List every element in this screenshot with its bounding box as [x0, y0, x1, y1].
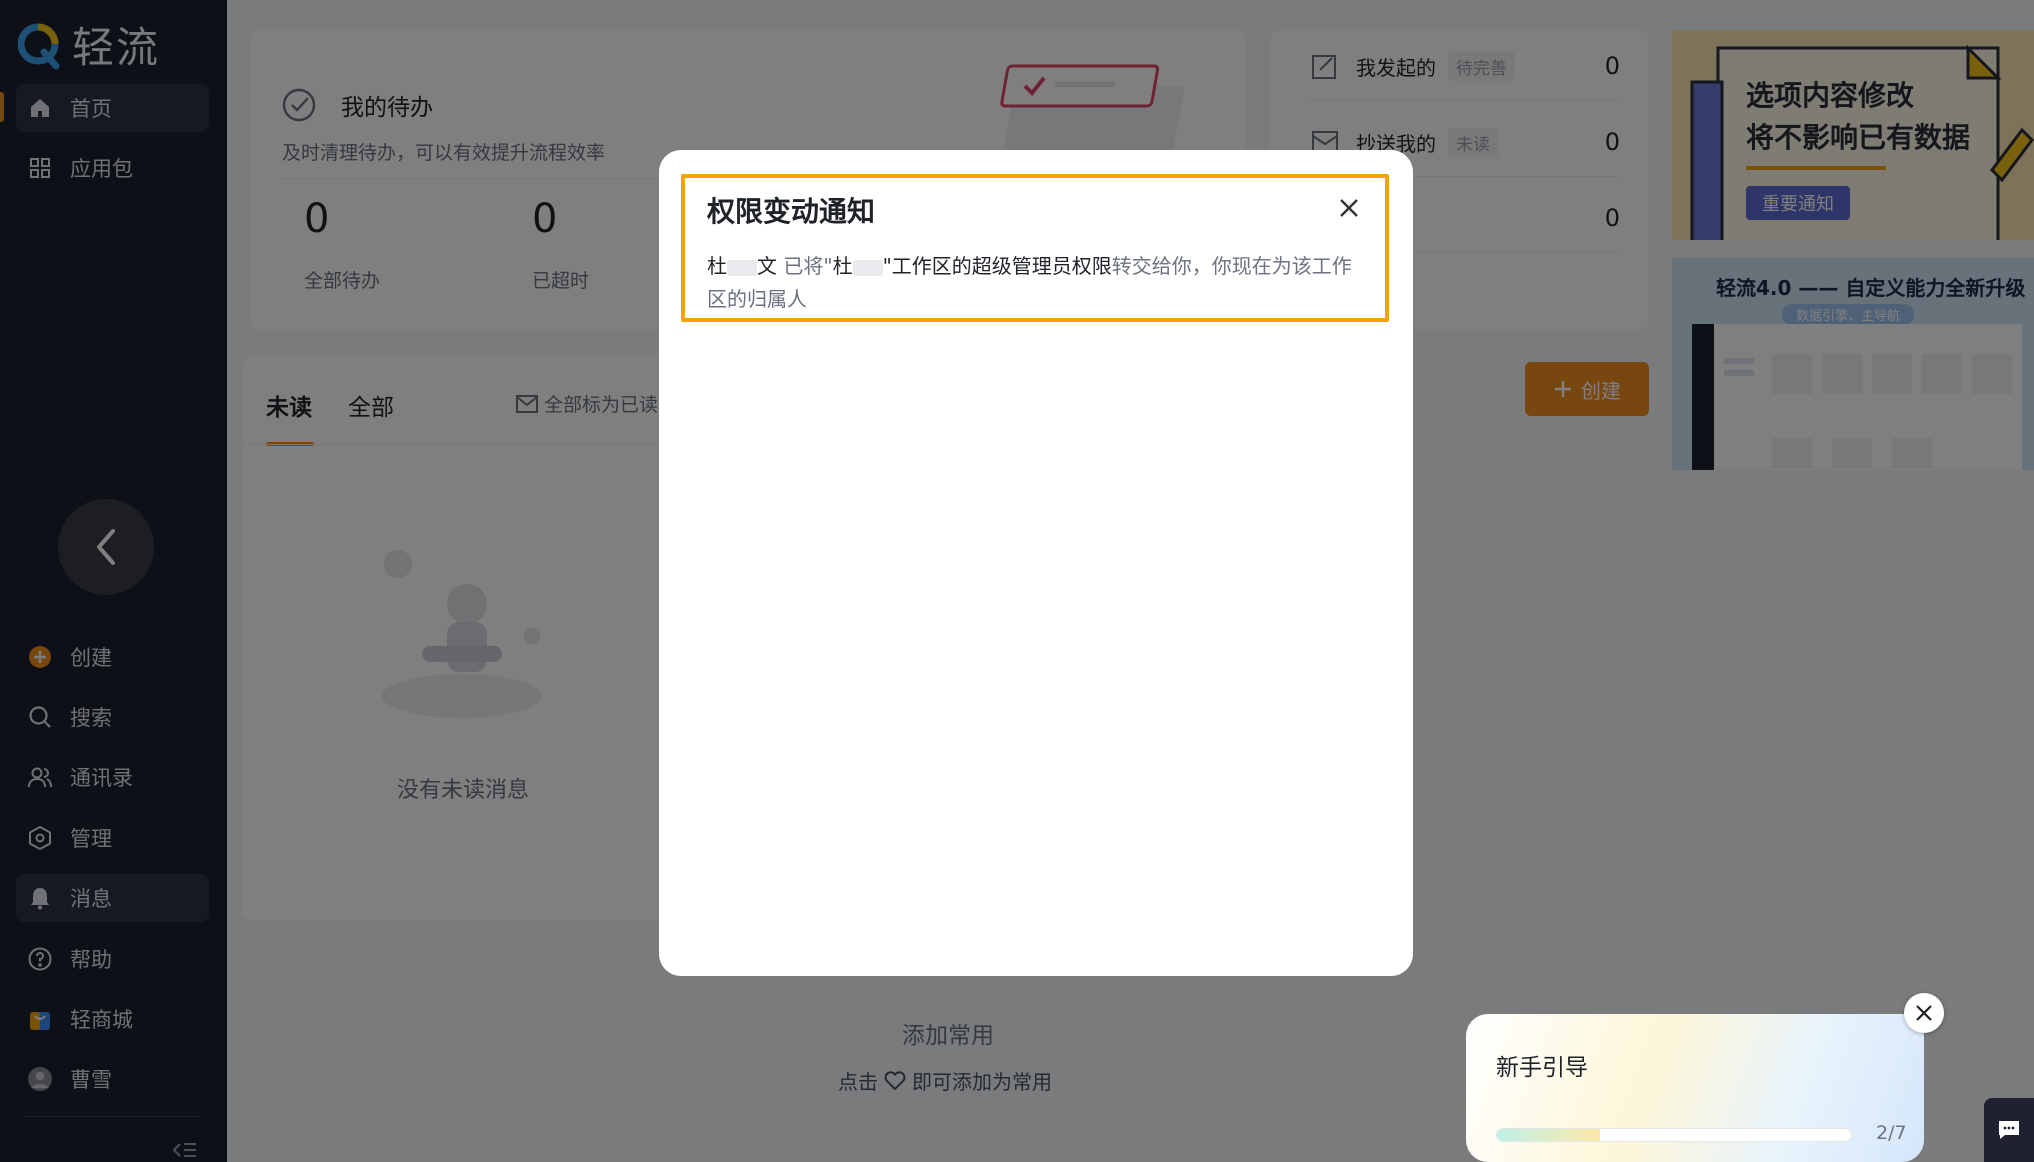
chat-support-button[interactable] [1984, 1098, 2034, 1162]
close-icon[interactable] [1335, 194, 1363, 222]
sender-name-end: 文 [757, 254, 777, 278]
onboarding-guide[interactable]: 新手引导 2/7 [1466, 1014, 1924, 1162]
guide-progress-bar [1496, 1128, 1852, 1142]
workspace-permission: "工作区的超级管理员权限 [882, 254, 1112, 278]
redacted-text [727, 259, 757, 276]
chat-icon [1999, 1121, 2019, 1139]
sender-name: 杜 [707, 254, 727, 278]
permission-change-dialog: 权限变动通知 杜文 已将"杜 "工作区的超级管理员权限转交给你，你现在为该工作区的… [659, 150, 1413, 976]
dialog-message: 杜文 已将"杜 "工作区的超级管理员权限转交给你，你现在为该工作区的归属人 [707, 250, 1367, 316]
close-icon [1916, 1005, 1932, 1021]
workspace-name: 杜 [832, 254, 853, 278]
guide-close-button[interactable] [1904, 993, 1944, 1033]
dialog-title: 权限变动通知 [707, 195, 876, 228]
guide-step-count: 2/7 [1876, 1122, 1907, 1144]
guide-progress-fill [1497, 1129, 1600, 1141]
redacted-text [852, 259, 883, 276]
message-text-1: 已将" [777, 254, 833, 278]
guide-title: 新手引导 [1496, 1055, 1588, 1081]
